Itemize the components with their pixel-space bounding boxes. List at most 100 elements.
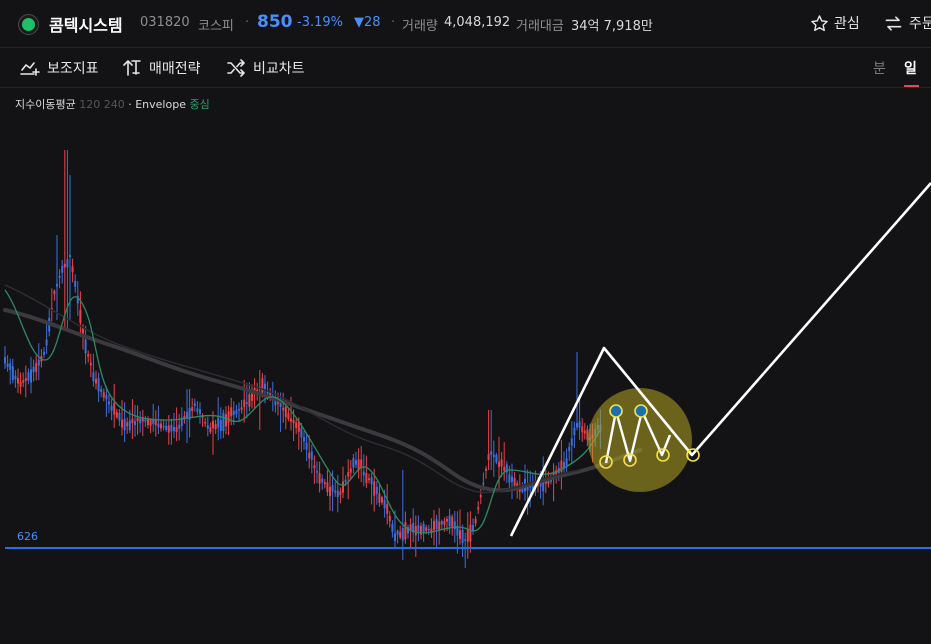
candle-body: [74, 280, 77, 287]
candle-body: [435, 519, 438, 530]
candle-body: [446, 518, 448, 522]
candle-body: [196, 408, 199, 412]
stock-name[interactable]: 콤텍시스템: [49, 12, 123, 36]
candle-body: [9, 363, 12, 370]
candle-body: [378, 493, 381, 503]
candle-body: [17, 378, 19, 384]
candle-body: [355, 460, 357, 465]
candle-body: [175, 427, 178, 432]
candle-body: [178, 424, 181, 429]
pattern-peak-marker[interactable]: [634, 404, 648, 418]
candle-body: [331, 485, 334, 492]
watch-button[interactable]: 관심: [810, 13, 860, 33]
candle-body: [453, 521, 456, 530]
candle-body: [149, 419, 152, 426]
candle-body: [329, 486, 331, 497]
candle-body: [461, 530, 464, 544]
candle-body: [115, 412, 118, 418]
candle-body: [500, 459, 503, 467]
candle-body: [37, 359, 40, 366]
candle-body: [35, 363, 38, 372]
candle-body: [225, 414, 227, 427]
candle-body: [165, 425, 168, 431]
candle-body: [282, 407, 285, 411]
candle-body: [87, 354, 90, 357]
candle-body: [347, 472, 350, 477]
candle-body: [66, 259, 69, 268]
candle-body: [394, 533, 396, 541]
candle-body: [352, 458, 355, 468]
candle-body: [167, 425, 170, 433]
candle-body: [92, 372, 95, 382]
candle-body: [256, 389, 259, 392]
candle-body: [503, 467, 506, 471]
indicators-button[interactable]: 보조지표: [20, 58, 99, 78]
candle-body: [474, 518, 477, 524]
order-button[interactable]: 주문: [884, 13, 931, 33]
candle-body: [157, 423, 160, 428]
candle-body: [79, 309, 82, 323]
candle-body: [492, 454, 495, 458]
candle-body: [321, 478, 324, 483]
candle-body: [105, 395, 108, 400]
candle-body: [43, 351, 45, 355]
candle-body: [485, 468, 487, 471]
candle-body: [316, 471, 318, 473]
candle-body: [313, 465, 316, 469]
candle-body: [511, 476, 513, 482]
candle-body: [240, 407, 243, 410]
candle-body: [466, 529, 469, 542]
candle-body: [121, 419, 123, 428]
candle-body: [373, 481, 376, 496]
candle-body: [495, 454, 498, 463]
candle-body: [388, 515, 391, 522]
candle-body: [131, 418, 134, 424]
candle-body: [459, 530, 461, 539]
star-icon: [811, 14, 828, 31]
candle-body: [334, 490, 337, 493]
candle-body: [170, 424, 173, 432]
candle-body: [118, 413, 121, 421]
price-chart[interactable]: [0, 89, 931, 644]
period-day-tab[interactable]: 일: [904, 58, 917, 78]
trend-drawing-line[interactable]: [509, 182, 931, 537]
candle-body: [308, 452, 311, 459]
current-price: 850: [257, 12, 293, 32]
candle-body: [89, 362, 92, 366]
strategy-button[interactable]: 매매전략: [122, 58, 201, 78]
indicators-label: 보조지표: [47, 61, 99, 77]
candle-body: [487, 454, 490, 461]
candle-body: [370, 477, 373, 485]
strategy-label: 매매전략: [149, 61, 201, 77]
candle-body: [108, 401, 110, 405]
candle-body: [199, 409, 201, 414]
candle-body: [578, 421, 581, 428]
candle-body: [427, 528, 430, 531]
shuffle-icon: [227, 59, 245, 77]
candle-body: [417, 524, 420, 532]
candle-body: [290, 418, 292, 422]
period-minute-tab[interactable]: 분: [873, 58, 886, 78]
up-down-arrows-icon: [123, 60, 141, 76]
candle-body: [396, 530, 399, 535]
envelope-center-line: [4, 289, 601, 534]
compare-chart-button[interactable]: 비교차트: [226, 58, 305, 78]
pattern-peak-marker[interactable]: [609, 404, 623, 418]
candle-body: [212, 420, 214, 429]
candle-body: [139, 418, 142, 424]
stock-code: 031820: [140, 15, 190, 30]
candle-body: [284, 406, 287, 417]
candle-body: [414, 526, 417, 536]
candle-body: [97, 377, 100, 392]
candle-body: [248, 394, 251, 407]
candle-body: [191, 407, 194, 412]
candle-body: [362, 471, 365, 476]
candle-body: [422, 523, 425, 533]
candle-body: [292, 419, 295, 424]
separator-dot: ·: [245, 15, 250, 30]
candle-body: [230, 407, 233, 417]
candle-body: [581, 426, 584, 433]
candle-body: [61, 265, 64, 273]
candle-body: [375, 486, 378, 495]
candle-body: [56, 283, 58, 287]
